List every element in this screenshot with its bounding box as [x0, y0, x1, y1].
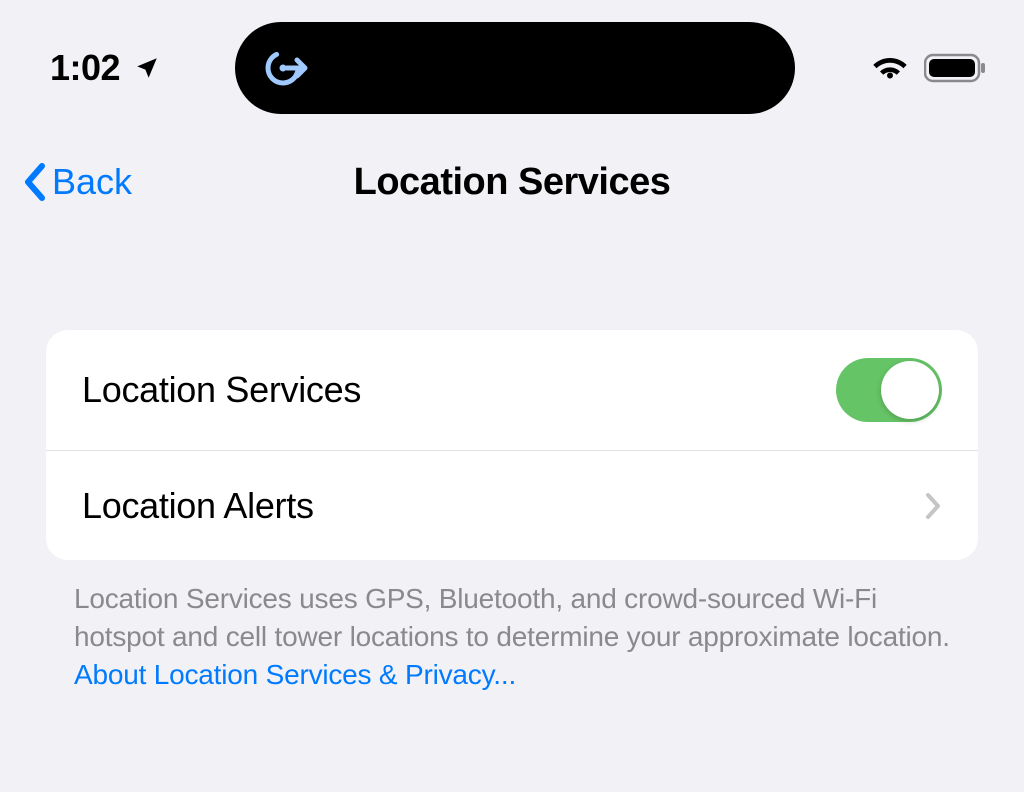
navigation-icon — [261, 44, 309, 92]
back-label: Back — [52, 161, 132, 203]
back-button[interactable]: Back — [20, 160, 132, 204]
chevron-left-icon — [20, 160, 50, 204]
settings-group: Location Services Location Alerts — [46, 330, 978, 560]
battery-icon — [924, 53, 988, 83]
location-services-row[interactable]: Location Services — [46, 330, 978, 450]
wifi-icon — [870, 53, 910, 83]
page-title: Location Services — [354, 161, 671, 204]
row-label: Location Services — [82, 369, 361, 411]
toggle-knob — [881, 361, 939, 419]
status-left: 1:02 — [50, 47, 160, 89]
status-time: 1:02 — [50, 47, 120, 89]
location-arrow-icon — [134, 55, 160, 81]
row-label: Location Alerts — [82, 485, 314, 527]
status-right — [870, 53, 988, 83]
location-services-toggle[interactable] — [836, 358, 942, 422]
about-link[interactable]: About Location Services & Privacy... — [74, 659, 516, 690]
content: Location Services Location Alerts Locati… — [0, 330, 1024, 713]
nav-bar: Back Location Services — [0, 130, 1024, 244]
dynamic-island[interactable] — [235, 22, 795, 114]
footer-description: Location Services uses GPS, Bluetooth, a… — [74, 583, 950, 652]
chevron-right-icon — [924, 491, 942, 521]
footer-text: Location Services uses GPS, Bluetooth, a… — [46, 560, 978, 713]
status-bar: 1:02 — [0, 0, 1024, 130]
location-alerts-row[interactable]: Location Alerts — [46, 450, 978, 560]
